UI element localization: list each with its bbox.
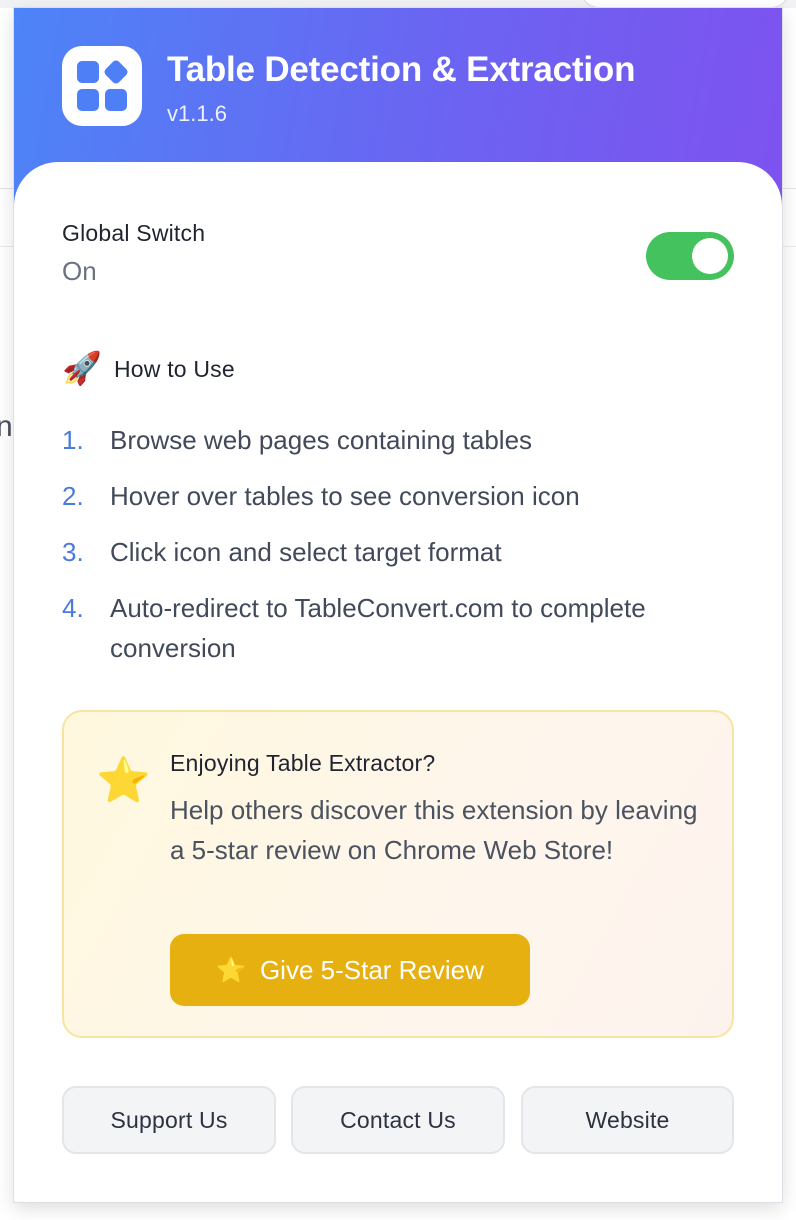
step-number: 1. xyxy=(62,425,84,455)
star-icon: ⭐ xyxy=(96,756,151,805)
star-icon: ⭐ xyxy=(216,956,246,984)
contact-us-button[interactable]: Contact Us xyxy=(291,1086,505,1154)
step-text: Auto-redirect to TableConvert.com to com… xyxy=(110,593,646,663)
step-text: Click icon and select target format xyxy=(110,537,502,567)
app-version: v1.1.6 xyxy=(167,101,227,126)
step-text: Hover over tables to see conversion icon xyxy=(110,481,580,511)
global-switch-toggle[interactable] xyxy=(646,232,734,280)
rocket-icon: 🚀 xyxy=(62,350,102,386)
toggle-knob xyxy=(692,238,728,274)
step-number: 2. xyxy=(62,481,84,511)
browser-address-bar-edge xyxy=(580,0,790,8)
global-switch-label: Global Switch xyxy=(62,220,206,246)
how-to-use-title: How to Use xyxy=(114,356,235,382)
support-us-button[interactable]: Support Us xyxy=(62,1086,276,1154)
review-card: ⭐ Enjoying Table Extractor? Help others … xyxy=(62,710,734,1038)
page-text-fragment: n xyxy=(0,410,13,443)
list-item: 4. Auto-redirect to TableConvert.com to … xyxy=(62,588,752,668)
step-number: 3. xyxy=(62,537,84,567)
list-item: 3. Click icon and select target format xyxy=(62,532,752,572)
app-title: Table Detection & Extraction xyxy=(167,50,636,89)
extension-popup: Table Detection & Extraction v1.1.6 Glob… xyxy=(14,8,782,1202)
website-button[interactable]: Website xyxy=(521,1086,734,1154)
give-review-button[interactable]: ⭐ Give 5-Star Review xyxy=(170,934,530,1006)
popup-content: Global Switch On 🚀 How to Use 1. Browse … xyxy=(14,162,782,1202)
review-description: Help others discover this extension by l… xyxy=(170,795,698,865)
list-item: 2. Hover over tables to see conversion i… xyxy=(62,476,752,516)
step-number: 4. xyxy=(62,593,84,623)
app-logo-icon xyxy=(62,46,142,126)
global-switch-state: On xyxy=(62,256,97,286)
review-title: Enjoying Table Extractor? xyxy=(170,750,436,776)
step-text: Browse web pages containing tables xyxy=(110,425,533,455)
how-to-use-steps: 1. Browse web pages containing tables 2.… xyxy=(62,420,752,684)
list-item: 1. Browse web pages containing tables xyxy=(62,420,752,460)
give-review-button-label: Give 5-Star Review xyxy=(259,954,484,985)
